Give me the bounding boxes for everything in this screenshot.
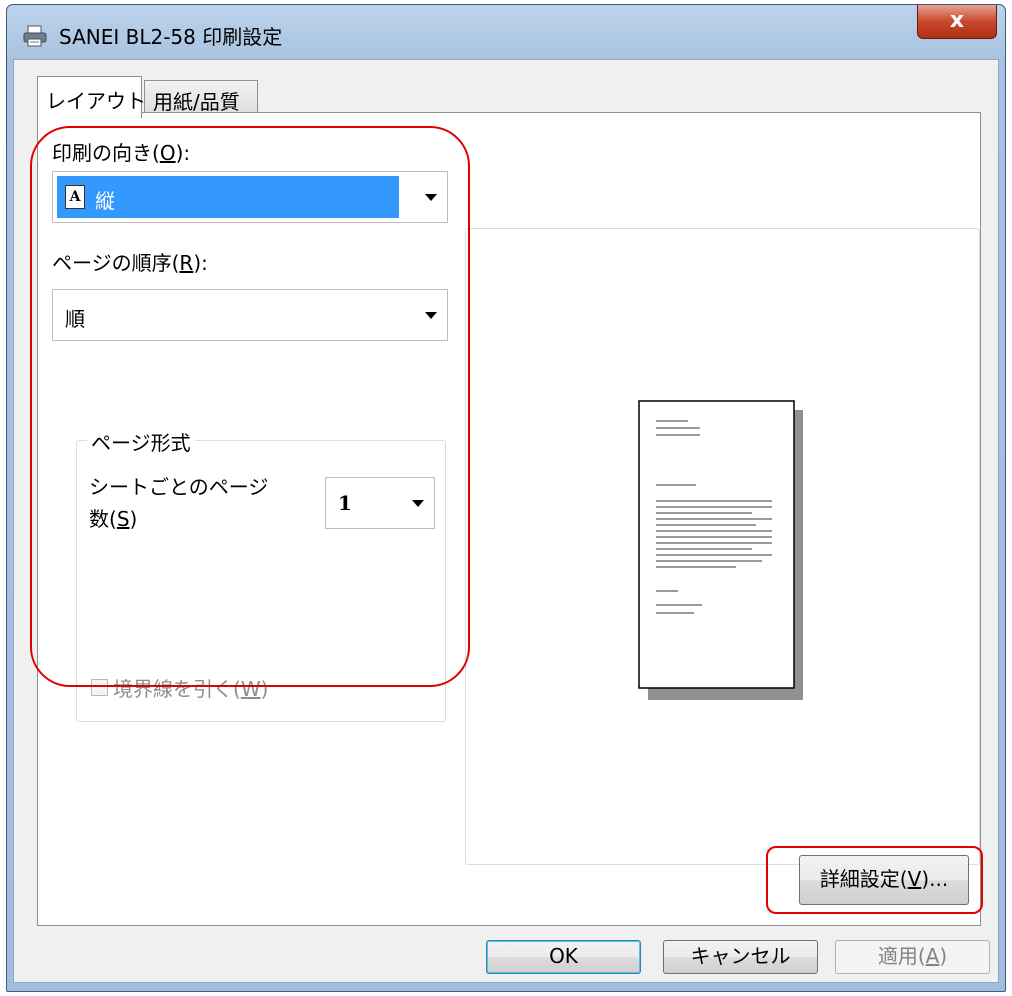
pages-per-sheet-value: 1 xyxy=(338,491,352,515)
portrait-page-preview xyxy=(638,400,803,700)
layout-tab-panel: 印刷の向き(O): A 縦 ページの順序(R): 順 ページ形式 シートごとのペ… xyxy=(37,112,981,926)
window-title: SANEI BL2-58 印刷設定 xyxy=(59,25,283,49)
portrait-icon: A xyxy=(65,185,85,209)
draw-borders-label: 境界線を引く(W) xyxy=(113,677,269,701)
apply-button[interactable]: 適用(A) xyxy=(835,940,990,974)
printer-icon xyxy=(23,25,47,47)
pages-per-sheet-label: シートごとのページ 数(S) xyxy=(89,475,269,531)
print-settings-window: SANEI BL2-58 印刷設定 x レイアウト 用紙/品質 印刷の向き(O)… xyxy=(6,4,1006,992)
close-button[interactable]: x xyxy=(917,5,997,39)
tab-paper-quality-label: 用紙/品質 xyxy=(153,90,240,114)
orientation-label: 印刷の向き(O): xyxy=(52,141,191,165)
draw-borders-checkbox[interactable] xyxy=(91,679,108,696)
tab-paper-quality[interactable]: 用紙/品質 xyxy=(144,80,258,114)
advanced-settings-button[interactable]: 詳細設定(V)... xyxy=(799,855,969,905)
page-order-value: 順 xyxy=(65,307,85,331)
page-order-select[interactable]: 順 xyxy=(52,289,448,341)
close-icon: x xyxy=(949,8,965,33)
ok-button[interactable]: OK xyxy=(486,940,641,974)
dialog-client-area: レイアウト 用紙/品質 印刷の向き(O): A 縦 ページの順序(R): 順 ペ… xyxy=(13,59,999,983)
cancel-button[interactable]: キャンセル xyxy=(663,940,818,974)
chevron-down-icon xyxy=(425,312,437,319)
chevron-down-icon xyxy=(425,194,437,201)
chevron-down-icon xyxy=(412,500,424,507)
page-order-label: ページの順序(R): xyxy=(52,251,208,275)
tab-layout-label: レイアウト xyxy=(46,89,146,113)
page-format-group: ページ形式 シートごとのページ 数(S) 1 境界線を引く(W) xyxy=(76,427,446,722)
layout-preview-pane xyxy=(465,228,980,865)
orientation-select[interactable]: A 縦 xyxy=(52,171,448,223)
tab-layout[interactable]: レイアウト xyxy=(37,76,146,118)
orientation-value: 縦 xyxy=(95,189,115,213)
page-format-title: ページ形式 xyxy=(87,427,195,456)
orientation-selected-highlight: A 縦 xyxy=(57,176,399,218)
pages-per-sheet-select[interactable]: 1 xyxy=(325,477,435,529)
